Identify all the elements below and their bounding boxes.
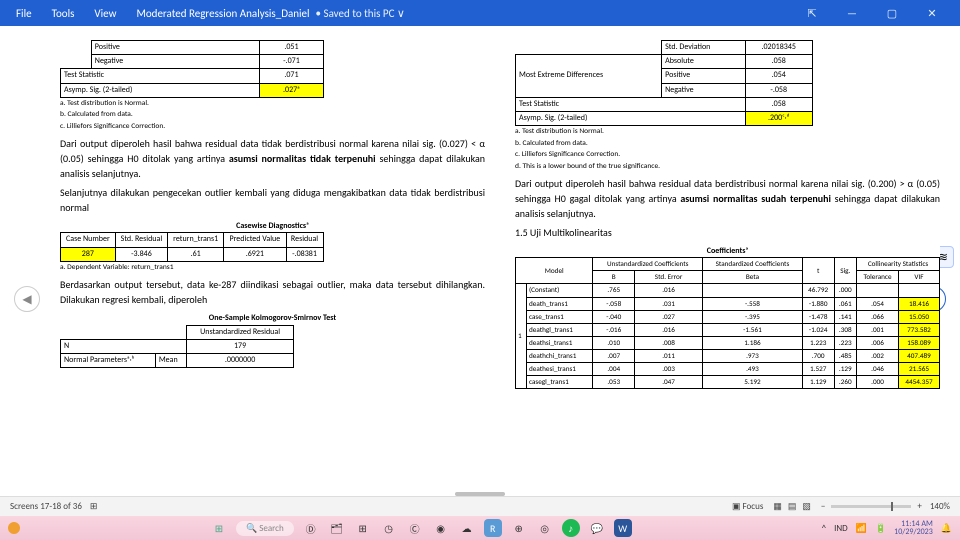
footnote: d. This is a lower bound of the true sig… <box>515 162 940 173</box>
save-status[interactable]: • Saved to this PC ∨ <box>316 7 405 20</box>
taskbar-app-icon[interactable]: Ⓒ <box>406 519 424 537</box>
tray-battery-icon[interactable]: 🔋 <box>875 523 886 534</box>
table-title: One-Sample Kolmogorov-Smirnov Test <box>60 313 485 324</box>
document-canvas: ◀ ▶ ≋ Positive.051 Negative-.071 Test St… <box>0 26 960 496</box>
footnote: a. Test distribution is Normal. <box>60 99 485 110</box>
windows-taskbar: ⊞ 🔍 Search Ⓓ 🗂 ⊞ ◷ Ⓒ ◉ ☁ R ⊕ ◎ ♪ 💬 W ^ I… <box>0 516 960 540</box>
ks-test-table-right: Std. Deviation.02018345 Most Extreme Dif… <box>515 40 813 126</box>
menu-view[interactable]: View <box>94 7 116 20</box>
taskbar-app-icon[interactable]: 💬 <box>588 519 606 537</box>
focus-mode[interactable]: ▣ Focus <box>732 501 763 512</box>
ribbon-mode-icon[interactable]: ⇱ <box>792 7 832 20</box>
footnote: b. Calculated from data. <box>60 110 485 121</box>
body-paragraph: Dari output diperoleh hasil bahwa residu… <box>60 136 485 181</box>
ks-test-table: Unstandardized Residual N179 Normal Para… <box>60 325 294 369</box>
tray-notification-icon[interactable]: 🔔 <box>941 523 952 534</box>
zoom-slider[interactable] <box>831 505 911 508</box>
page-right: Std. Deviation.02018345 Most Extreme Dif… <box>515 40 940 490</box>
taskbar-app-icon[interactable]: ◎ <box>536 519 554 537</box>
taskbar-search[interactable]: 🔍 Search <box>236 521 294 536</box>
scroll-indicator[interactable] <box>455 492 505 496</box>
taskbar-app-icon[interactable]: ⊕ <box>510 519 528 537</box>
section-heading: 1.5 Uji Multikolinearitas <box>515 225 940 240</box>
taskbar-app-icon[interactable]: 🗂 <box>328 519 346 537</box>
taskbar-word-icon[interactable]: W <box>614 519 632 537</box>
taskbar-app-icon[interactable]: ◷ <box>380 519 398 537</box>
table-title: Casewise Diagnosticsᵃ <box>60 221 485 232</box>
menu-file[interactable]: File <box>16 7 32 20</box>
ks-test-table-partial: Positive.051 Negative-.071 Test Statisti… <box>60 40 324 98</box>
view-print-icon[interactable]: ▦ <box>773 501 782 512</box>
taskbar-app-icon[interactable]: ⊞ <box>354 519 372 537</box>
body-paragraph: Selanjutnya dilakukan pengecekan outlier… <box>60 185 485 215</box>
footnote: a. Test distribution is Normal. <box>515 127 940 138</box>
footnote: a. Dependent Variable: return_trans1 <box>60 263 485 274</box>
document-title: Moderated Regression Analysis_Daniel <box>136 7 309 20</box>
prev-page-button[interactable]: ◀ <box>14 286 40 312</box>
start-icon[interactable]: ⊞ <box>210 519 228 537</box>
tray-clock[interactable]: 11:14 AM10/29/2023 <box>894 520 933 536</box>
footnote: c. Lilliefors Significance Correction. <box>60 122 485 133</box>
footnote: b. Calculated from data. <box>515 139 940 150</box>
minimize-button[interactable]: — <box>832 7 872 20</box>
zoom-out-button[interactable]: − <box>821 501 825 512</box>
taskbar-app-icon[interactable]: ♪ <box>562 519 580 537</box>
status-bar: Screens 17-18 of 36 ⊞ ▣ Focus ▦ ▤ ▧ − + … <box>0 496 960 516</box>
tray-chevron-icon[interactable]: ^ <box>822 523 826 534</box>
accessibility-icon[interactable]: ⊞ <box>90 501 98 512</box>
screen-count[interactable]: Screens 17-18 of 36 <box>10 501 82 512</box>
footnote: c. Lilliefors Significance Correction. <box>515 150 940 161</box>
zoom-in-button[interactable]: + <box>917 501 921 512</box>
coefficients-table: ModelUnstandardized CoefficientsStandard… <box>515 257 940 389</box>
taskbar-app-icon[interactable]: Ⓓ <box>302 519 320 537</box>
app-icon[interactable] <box>8 522 20 534</box>
close-button[interactable]: ✕ <box>912 7 952 20</box>
body-paragraph: Berdasarkan output tersebut, data ke-287… <box>60 277 485 307</box>
view-read-icon[interactable]: ▤ <box>788 501 797 512</box>
page-left: Positive.051 Negative-.071 Test Statisti… <box>60 40 485 490</box>
casewise-diagnostics-table: Case NumberStd. Residualreturn_trans1Pre… <box>60 232 324 261</box>
menu-tools[interactable]: Tools <box>52 7 75 20</box>
tray-wifi-icon[interactable]: 📶 <box>856 523 867 534</box>
body-paragraph: Dari output diperoleh hasil bahwa residu… <box>515 176 940 221</box>
taskbar-app-icon[interactable]: ☁ <box>458 519 476 537</box>
maximize-button[interactable]: ▢ <box>872 7 912 20</box>
zoom-level[interactable]: 140% <box>930 501 950 512</box>
table-title: Coefficientsᵃ <box>515 246 940 257</box>
title-bar: File Tools View Moderated Regression Ana… <box>0 0 960 26</box>
taskbar-app-icon[interactable]: ◉ <box>432 519 450 537</box>
tray-lang[interactable]: IND <box>834 523 848 534</box>
taskbar-app-icon[interactable]: R <box>484 519 502 537</box>
view-web-icon[interactable]: ▧ <box>802 501 811 512</box>
